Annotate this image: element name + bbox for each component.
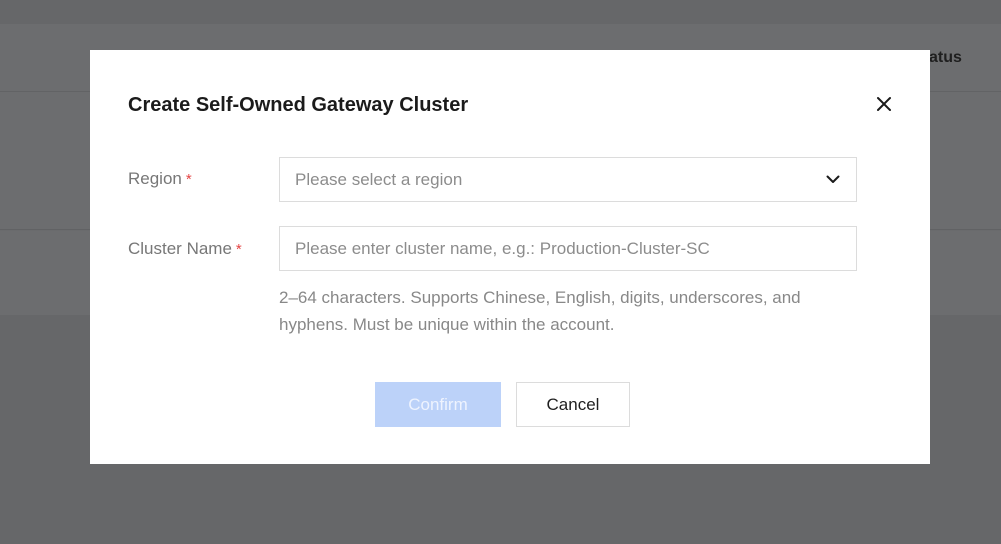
background-topbar (0, 0, 1001, 24)
close-button[interactable] (872, 92, 896, 116)
region-select[interactable]: Please select a region (279, 157, 857, 202)
close-icon (877, 97, 891, 111)
required-marker: * (185, 171, 192, 188)
required-marker: * (235, 241, 242, 258)
cluster-name-hint: 2–64 characters. Supports Chinese, Engli… (279, 288, 801, 334)
cluster-name-label-text: Cluster Name (128, 239, 232, 258)
dialog-title: Create Self-Owned Gateway Cluster (128, 94, 469, 116)
cluster-name-input[interactable] (295, 238, 841, 259)
chevron-down-icon (825, 172, 841, 188)
cancel-button[interactable]: Cancel (516, 382, 630, 427)
region-placeholder: Please select a region (295, 169, 463, 189)
region-label: Region * (128, 169, 192, 189)
cluster-name-field[interactable] (279, 226, 857, 271)
confirm-button[interactable]: Confirm (375, 382, 501, 427)
create-cluster-dialog: Create Self-Owned Gateway Cluster Region… (90, 50, 930, 464)
background-status-column-header: atus (929, 49, 962, 66)
cluster-name-label: Cluster Name * (128, 239, 242, 259)
region-label-text: Region (128, 169, 182, 188)
